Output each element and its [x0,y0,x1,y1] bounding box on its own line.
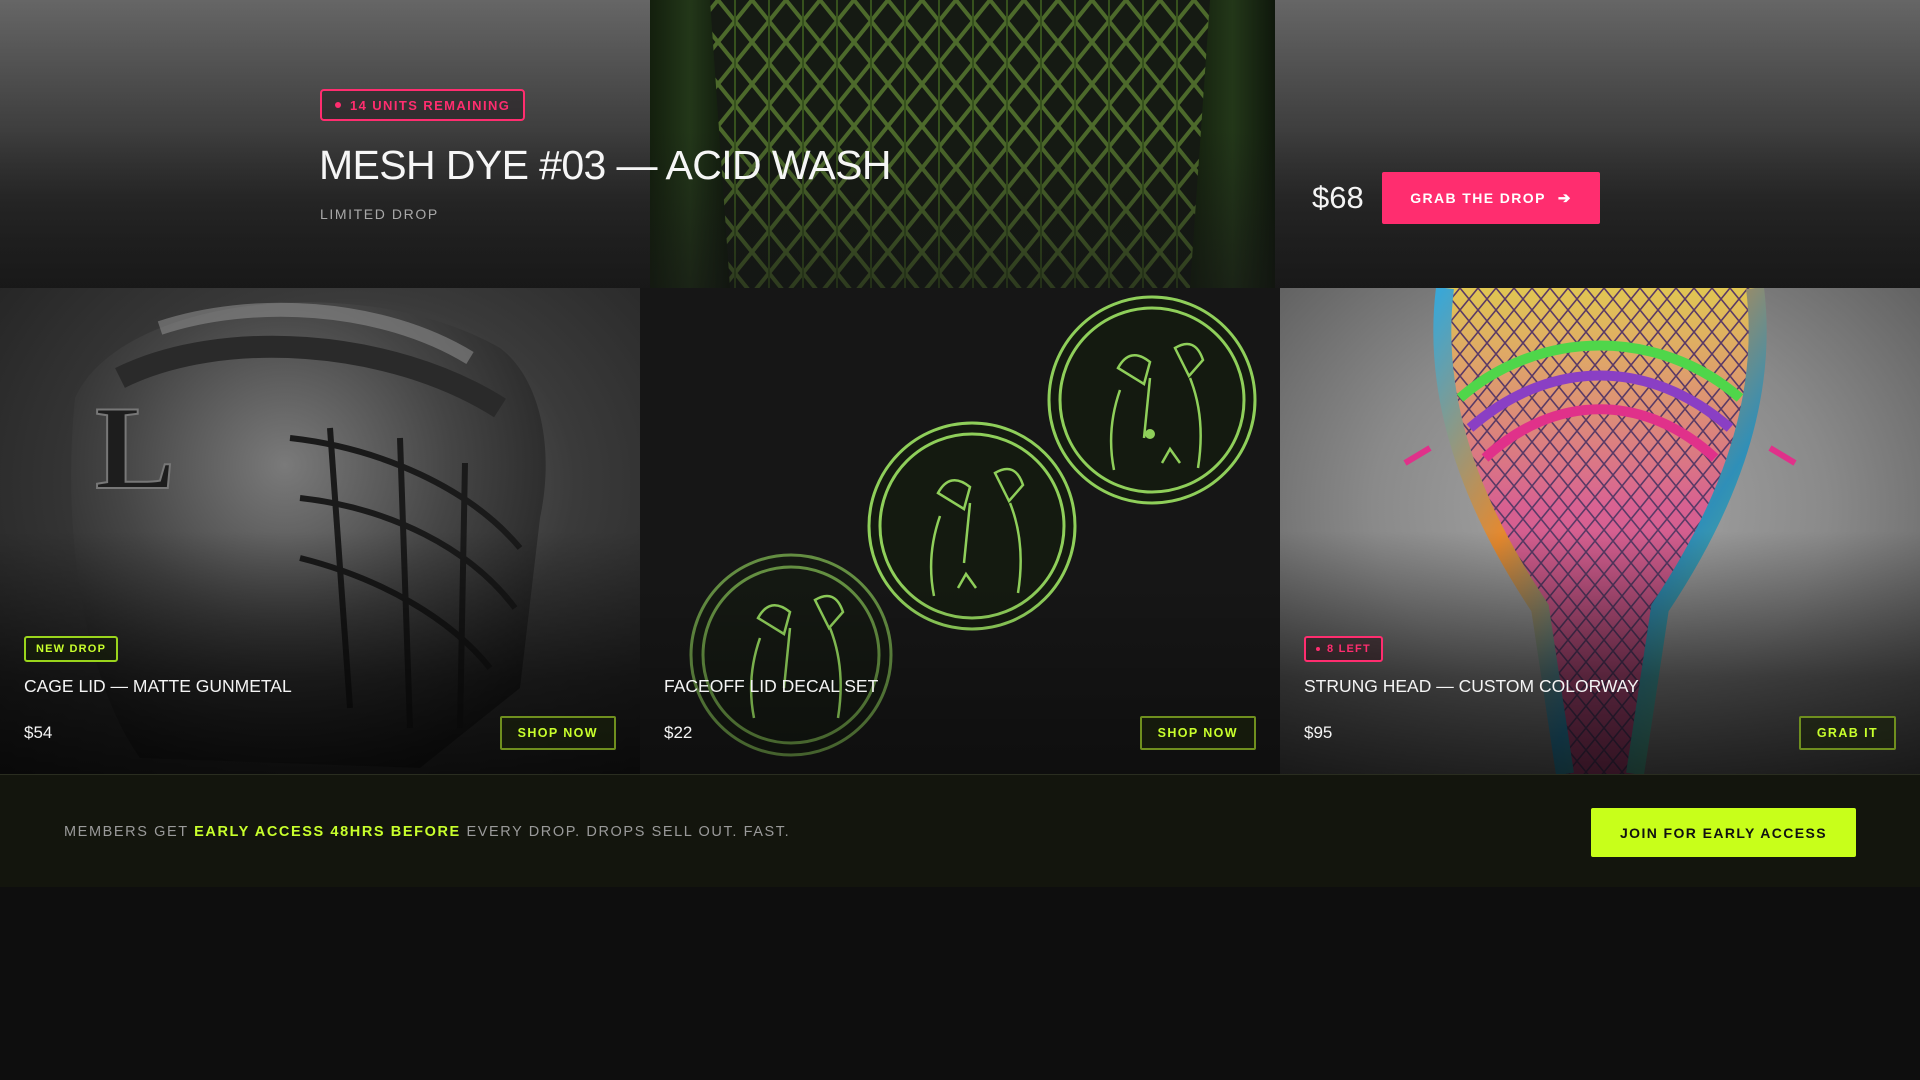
grab-it-button[interactable]: GRAB IT [1798,716,1896,750]
members-message: MEMBERS GET EARLY ACCESS 48HRS BEFORE EV… [64,824,790,840]
status-dot-icon [335,102,341,108]
product-title: CAGE LID — MATTE GUNMETAL [24,676,292,696]
hero-title: MESH DYE #03 — ACID WASH [319,142,892,188]
status-dot-icon [1316,647,1320,651]
units-left-label: 8 LEFT [1327,643,1371,655]
units-remaining-badge: 14 UNITS REMAINING [320,89,526,121]
shop-now-button[interactable]: SHOP NOW [1139,716,1256,750]
product-price: $54 [24,723,53,742]
product-card-strung-head[interactable]: 8 LEFT STRUNG HEAD — CUSTOM COLORWAY $95… [1280,288,1920,774]
hero-subtitle: LIMITED DROP [320,206,439,222]
arrow-right-icon: ➔ [1557,190,1572,207]
grab-the-drop-button[interactable]: GRAB THE DROP ➔ [1382,172,1600,224]
product-title: FACEOFF LID DECAL SET [664,676,879,696]
product-grid: L NEW DROP CAGE LID — MATTE GUNMETAL $54… [0,288,1920,774]
hero-banner: 14 UNITS REMAINING MESH DYE #03 — ACID W… [0,0,1920,288]
hero-gradient [0,0,1920,288]
grab-the-drop-label: GRAB THE DROP [1410,190,1546,206]
card-gradient [1280,288,1920,774]
join-early-access-button[interactable]: JOIN FOR EARLY ACCESS [1591,808,1856,857]
hero-price: $68 [1312,180,1364,215]
product-card-cage-lid[interactable]: L NEW DROP CAGE LID — MATTE GUNMETAL $54… [0,288,640,774]
members-banner: MEMBERS GET EARLY ACCESS 48HRS BEFORE EV… [0,774,1920,887]
new-drop-badge: NEW DROP [24,636,119,662]
product-title: STRUNG HEAD — CUSTOM COLORWAY [1304,676,1639,696]
card-gradient [0,288,640,774]
members-text-highlight: EARLY ACCESS 48HRS BEFORE [194,824,461,840]
units-left-badge: 8 LEFT [1304,636,1383,662]
shop-now-button[interactable]: SHOP NOW [499,716,616,750]
members-text-suffix: EVERY DROP. DROPS SELL OUT. FAST. [460,824,791,840]
product-price: $95 [1304,723,1333,742]
card-gradient [640,288,1280,774]
new-drop-label: NEW DROP [36,643,107,655]
members-text-prefix: MEMBERS GET [64,824,195,840]
product-card-faceoff-decals[interactable]: FACEOFF LID DECAL SET $22 SHOP NOW [640,288,1280,774]
units-remaining-label: 14 UNITS REMAINING [350,97,511,113]
product-price: $22 [664,723,693,742]
